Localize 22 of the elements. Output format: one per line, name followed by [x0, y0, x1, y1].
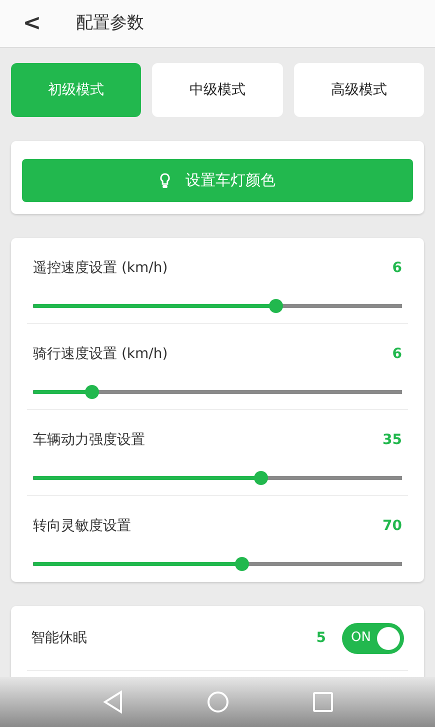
mode-tab[interactable]: 高级模式 [294, 63, 424, 117]
back-nav-button[interactable] [102, 690, 124, 714]
slider-value: 35 [382, 431, 402, 450]
back-button[interactable]: < [0, 0, 64, 48]
setting-label: 智能休眠 [31, 628, 87, 648]
slider-thumb[interactable] [234, 557, 249, 571]
lightbulb-icon [160, 172, 170, 188]
home-nav-button[interactable] [207, 691, 230, 713]
setting-value: 5 [316, 628, 326, 648]
slider-thumb[interactable] [269, 299, 284, 313]
slider-label: 转向灵敏度设置 [33, 517, 131, 536]
slider-label: 车辆动力强度设置 [33, 431, 145, 450]
page-title: 配置参数 [76, 12, 144, 35]
slider-thumb[interactable] [254, 471, 268, 485]
slider-label: 遥控速度设置 (km/h) [33, 259, 168, 278]
slider-value: 70 [382, 517, 402, 536]
slider-label: 骑行速度设置 (km/h) [33, 345, 168, 364]
recents-nav-button[interactable] [313, 692, 334, 712]
mode-tab[interactable]: 中级模式 [152, 63, 283, 117]
slider-thumb[interactable] [84, 385, 99, 399]
slider-value: 6 [392, 345, 402, 364]
slider-value: 6 [392, 259, 402, 278]
